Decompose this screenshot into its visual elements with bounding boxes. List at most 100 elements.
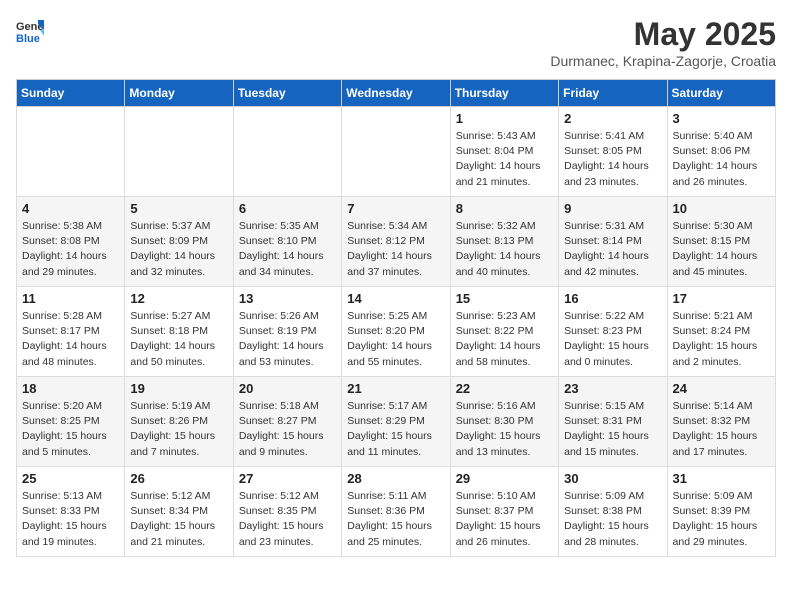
day-info: Sunrise: 5:12 AM Sunset: 8:34 PM Dayligh…	[130, 489, 227, 550]
day-info: Sunrise: 5:40 AM Sunset: 8:06 PM Dayligh…	[673, 129, 770, 190]
calendar-cell-w3-d6: 16 Sunrise: 5:22 AM Sunset: 8:23 PM Dayli…	[559, 287, 667, 377]
calendar-cell-w3-d1: 11 Sunrise: 5:28 AM Sunset: 8:17 PM Dayli…	[17, 287, 125, 377]
day-number: 13	[239, 291, 336, 306]
day-info: Sunrise: 5:32 AM Sunset: 8:13 PM Dayligh…	[456, 219, 553, 280]
day-info: Sunrise: 5:14 AM Sunset: 8:32 PM Dayligh…	[673, 399, 770, 460]
day-number: 4	[22, 201, 119, 216]
logo: General Blue	[16, 16, 44, 44]
weekday-header-monday: Monday	[125, 80, 233, 107]
calendar-cell-w2-d4: 7 Sunrise: 5:34 AM Sunset: 8:12 PM Daylig…	[342, 197, 450, 287]
day-number: 9	[564, 201, 661, 216]
calendar-table: SundayMondayTuesdayWednesdayThursdayFrid…	[16, 79, 776, 557]
calendar-cell-w1-d2	[125, 107, 233, 197]
calendar-week-4: 18 Sunrise: 5:20 AM Sunset: 8:25 PM Dayli…	[17, 377, 776, 467]
calendar-cell-w4-d4: 21 Sunrise: 5:17 AM Sunset: 8:29 PM Dayli…	[342, 377, 450, 467]
calendar-cell-w1-d1	[17, 107, 125, 197]
weekday-header-saturday: Saturday	[667, 80, 775, 107]
weekday-header-row: SundayMondayTuesdayWednesdayThursdayFrid…	[17, 80, 776, 107]
weekday-header-thursday: Thursday	[450, 80, 558, 107]
day-info: Sunrise: 5:17 AM Sunset: 8:29 PM Dayligh…	[347, 399, 444, 460]
day-info: Sunrise: 5:28 AM Sunset: 8:17 PM Dayligh…	[22, 309, 119, 370]
weekday-header-wednesday: Wednesday	[342, 80, 450, 107]
day-info: Sunrise: 5:34 AM Sunset: 8:12 PM Dayligh…	[347, 219, 444, 280]
calendar-cell-w1-d5: 1Sunrise: 5:43 AM Sunset: 8:04 PM Daylig…	[450, 107, 558, 197]
calendar-cell-w2-d5: 8 Sunrise: 5:32 AM Sunset: 8:13 PM Daylig…	[450, 197, 558, 287]
day-number: 31	[673, 471, 770, 486]
day-info: Sunrise: 5:11 AM Sunset: 8:36 PM Dayligh…	[347, 489, 444, 550]
day-number: 21	[347, 381, 444, 396]
day-number: 17	[673, 291, 770, 306]
calendar-cell-w1-d4	[342, 107, 450, 197]
logo-icon: General Blue	[16, 16, 44, 44]
day-number: 20	[239, 381, 336, 396]
day-number: 15	[456, 291, 553, 306]
day-number: 12	[130, 291, 227, 306]
calendar-cell-w1-d3	[233, 107, 341, 197]
calendar-week-2: 4 Sunrise: 5:38 AM Sunset: 8:08 PM Daylig…	[17, 197, 776, 287]
calendar-cell-w1-d6: 2 Sunrise: 5:41 AM Sunset: 8:05 PM Daylig…	[559, 107, 667, 197]
day-number: 28	[347, 471, 444, 486]
calendar-cell-w5-d7: 31 Sunrise: 5:09 AM Sunset: 8:39 PM Dayli…	[667, 467, 775, 557]
calendar-cell-w4-d6: 23Sunrise: 5:15 AM Sunset: 8:31 PM Dayli…	[559, 377, 667, 467]
calendar-cell-w2-d2: 5Sunrise: 5:37 AM Sunset: 8:09 PM Daylig…	[125, 197, 233, 287]
main-title: May 2025	[550, 16, 776, 53]
calendar-week-1: 1Sunrise: 5:43 AM Sunset: 8:04 PM Daylig…	[17, 107, 776, 197]
day-info: Sunrise: 5:31 AM Sunset: 8:14 PM Dayligh…	[564, 219, 661, 280]
day-number: 14	[347, 291, 444, 306]
calendar-cell-w3-d2: 12 Sunrise: 5:27 AM Sunset: 8:18 PM Dayli…	[125, 287, 233, 377]
calendar-cell-w5-d4: 28 Sunrise: 5:11 AM Sunset: 8:36 PM Dayli…	[342, 467, 450, 557]
day-number: 19	[130, 381, 227, 396]
day-info: Sunrise: 5:35 AM Sunset: 8:10 PM Dayligh…	[239, 219, 336, 280]
day-number: 11	[22, 291, 119, 306]
calendar-cell-w5-d1: 25Sunrise: 5:13 AM Sunset: 8:33 PM Dayli…	[17, 467, 125, 557]
day-info: Sunrise: 5:09 AM Sunset: 8:39 PM Dayligh…	[673, 489, 770, 550]
day-info: Sunrise: 5:16 AM Sunset: 8:30 PM Dayligh…	[456, 399, 553, 460]
day-info: Sunrise: 5:22 AM Sunset: 8:23 PM Dayligh…	[564, 309, 661, 370]
day-number: 23	[564, 381, 661, 396]
day-info: Sunrise: 5:21 AM Sunset: 8:24 PM Dayligh…	[673, 309, 770, 370]
day-number: 8	[456, 201, 553, 216]
day-number: 2	[564, 111, 661, 126]
calendar-cell-w4-d5: 22 Sunrise: 5:16 AM Sunset: 8:30 PM Dayli…	[450, 377, 558, 467]
calendar-cell-w3-d3: 13 Sunrise: 5:26 AM Sunset: 8:19 PM Dayli…	[233, 287, 341, 377]
weekday-header-friday: Friday	[559, 80, 667, 107]
header: General Blue May 2025 Durmanec, Krapina-…	[16, 16, 776, 69]
day-number: 16	[564, 291, 661, 306]
day-info: Sunrise: 5:10 AM Sunset: 8:37 PM Dayligh…	[456, 489, 553, 550]
calendar-body: 1Sunrise: 5:43 AM Sunset: 8:04 PM Daylig…	[17, 107, 776, 557]
day-info: Sunrise: 5:18 AM Sunset: 8:27 PM Dayligh…	[239, 399, 336, 460]
day-number: 3	[673, 111, 770, 126]
calendar-cell-w4-d7: 24 Sunrise: 5:14 AM Sunset: 8:32 PM Dayli…	[667, 377, 775, 467]
day-info: Sunrise: 5:27 AM Sunset: 8:18 PM Dayligh…	[130, 309, 227, 370]
day-info: Sunrise: 5:20 AM Sunset: 8:25 PM Dayligh…	[22, 399, 119, 460]
day-number: 22	[456, 381, 553, 396]
day-info: Sunrise: 5:19 AM Sunset: 8:26 PM Dayligh…	[130, 399, 227, 460]
day-number: 25	[22, 471, 119, 486]
day-number: 24	[673, 381, 770, 396]
day-info: Sunrise: 5:37 AM Sunset: 8:09 PM Dayligh…	[130, 219, 227, 280]
calendar-week-5: 25Sunrise: 5:13 AM Sunset: 8:33 PM Dayli…	[17, 467, 776, 557]
calendar-cell-w5-d2: 26Sunrise: 5:12 AM Sunset: 8:34 PM Dayli…	[125, 467, 233, 557]
day-number: 6	[239, 201, 336, 216]
calendar-cell-w2-d1: 4 Sunrise: 5:38 AM Sunset: 8:08 PM Daylig…	[17, 197, 125, 287]
day-info: Sunrise: 5:38 AM Sunset: 8:08 PM Dayligh…	[22, 219, 119, 280]
calendar-cell-w2-d6: 9 Sunrise: 5:31 AM Sunset: 8:14 PM Daylig…	[559, 197, 667, 287]
day-number: 7	[347, 201, 444, 216]
calendar-week-3: 11 Sunrise: 5:28 AM Sunset: 8:17 PM Dayli…	[17, 287, 776, 377]
day-number: 1	[456, 111, 553, 126]
day-info: Sunrise: 5:30 AM Sunset: 8:15 PM Dayligh…	[673, 219, 770, 280]
weekday-header-sunday: Sunday	[17, 80, 125, 107]
calendar-header: SundayMondayTuesdayWednesdayThursdayFrid…	[17, 80, 776, 107]
day-info: Sunrise: 5:23 AM Sunset: 8:22 PM Dayligh…	[456, 309, 553, 370]
calendar-cell-w2-d7: 10 Sunrise: 5:30 AM Sunset: 8:15 PM Dayli…	[667, 197, 775, 287]
calendar-cell-w4-d1: 18 Sunrise: 5:20 AM Sunset: 8:25 PM Dayli…	[17, 377, 125, 467]
day-info: Sunrise: 5:41 AM Sunset: 8:05 PM Dayligh…	[564, 129, 661, 190]
calendar-cell-w4-d2: 19 Sunrise: 5:19 AM Sunset: 8:26 PM Dayli…	[125, 377, 233, 467]
subtitle: Durmanec, Krapina-Zagorje, Croatia	[550, 53, 776, 69]
day-info: Sunrise: 5:09 AM Sunset: 8:38 PM Dayligh…	[564, 489, 661, 550]
day-number: 10	[673, 201, 770, 216]
day-info: Sunrise: 5:26 AM Sunset: 8:19 PM Dayligh…	[239, 309, 336, 370]
day-number: 18	[22, 381, 119, 396]
title-area: May 2025 Durmanec, Krapina-Zagorje, Croa…	[550, 16, 776, 69]
svg-text:Blue: Blue	[16, 33, 40, 44]
